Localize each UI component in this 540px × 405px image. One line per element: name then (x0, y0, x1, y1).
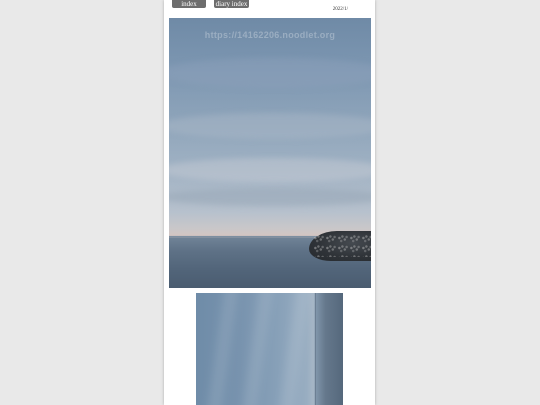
sea-sky-photo[interactable]: https://14162206.noodlet.org (169, 18, 371, 288)
diary-index-link-button[interactable]: diary index (214, 0, 249, 8)
index-link-button[interactable]: index (172, 0, 206, 8)
photo-watermark: https://14162206.noodlet.org (204, 30, 336, 40)
cloud-streak (207, 293, 239, 405)
entry-date: 2022/1/ (332, 7, 348, 12)
cloud-band (169, 188, 371, 206)
cloud-streak (279, 293, 311, 405)
horizon-line (314, 293, 316, 405)
cloud-band (169, 113, 371, 139)
cloud-band (169, 58, 371, 88)
breakwater-rocks (309, 231, 371, 261)
cloud-streak (242, 293, 274, 405)
cloud-band (169, 158, 371, 182)
diary-page: index diary index 2022/1/ https://141622… (164, 0, 375, 405)
rotated-sea-photo[interactable] (196, 293, 343, 405)
